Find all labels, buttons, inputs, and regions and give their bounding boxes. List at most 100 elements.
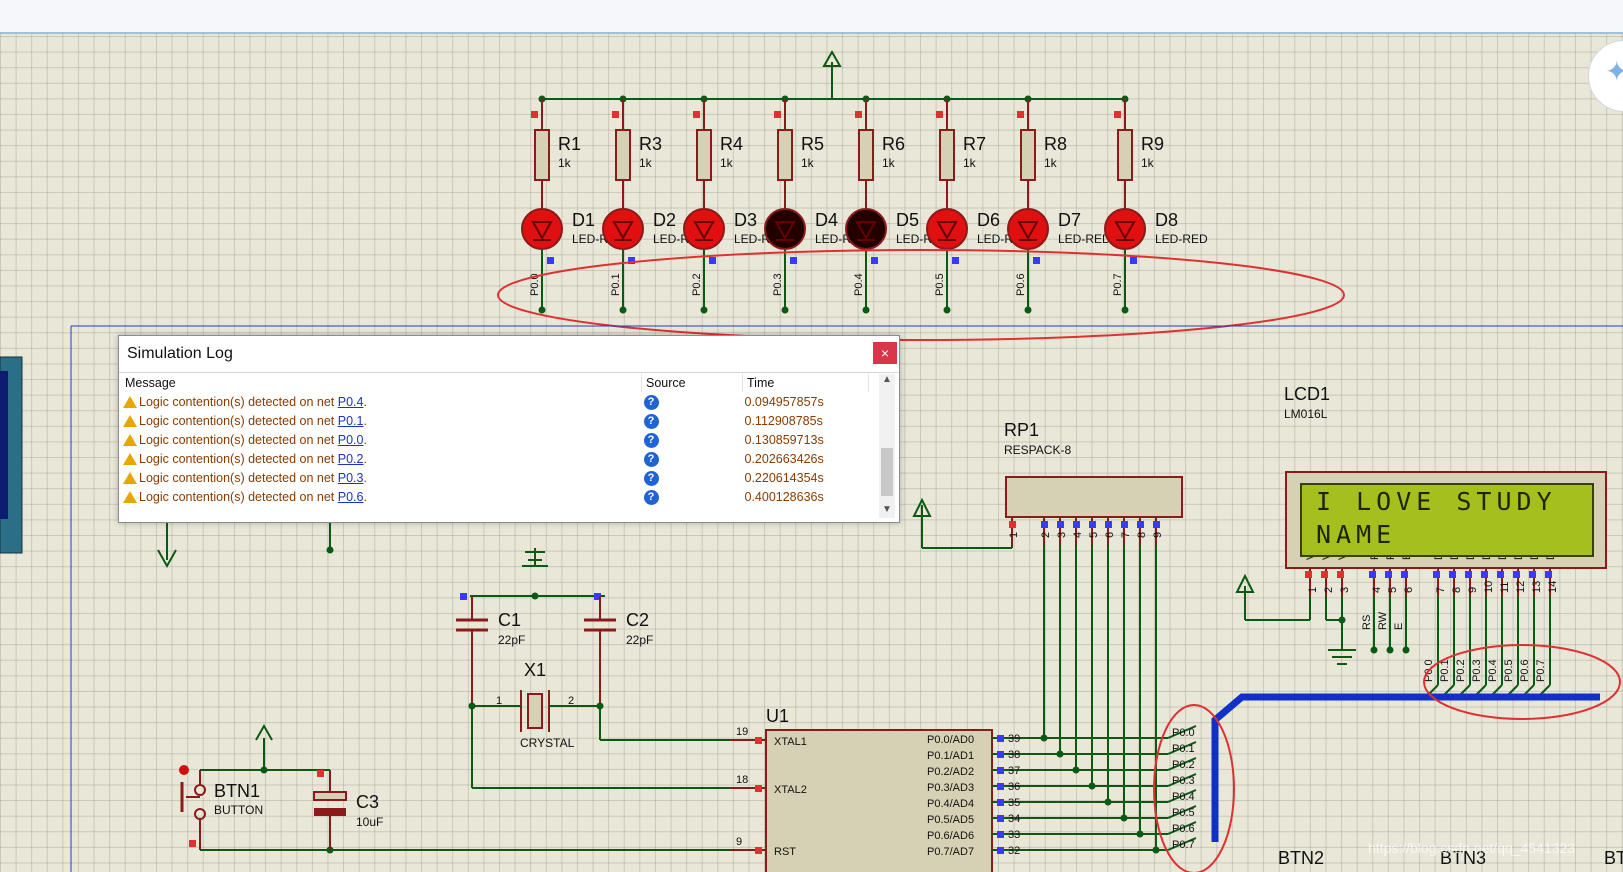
help-icon[interactable]: ?	[643, 489, 659, 505]
mcu-pin-name: P0.1/AD1	[927, 750, 974, 762]
led-net-label: P0.4	[853, 273, 865, 296]
mcu-pin-name: P0.3/AD3	[927, 782, 974, 794]
help-icon[interactable]: ?	[643, 432, 659, 448]
lcd-pin-number: 7	[1435, 587, 1447, 593]
warning-icon	[123, 433, 137, 446]
pin-marker	[1089, 521, 1096, 528]
resistor-label: R6	[882, 134, 905, 154]
net-link[interactable]: P0.0	[338, 433, 364, 447]
help-icon[interactable]: ?	[643, 413, 659, 429]
rp1-pin: 4	[1072, 532, 1084, 538]
lcd-data-label: P0.5	[1503, 659, 1515, 682]
pin-marker	[755, 785, 762, 792]
log-message: Logic contention(s) detected on net P0.2…	[121, 449, 642, 468]
junction-dot	[326, 546, 334, 554]
junction-dot	[538, 306, 546, 314]
rp1-pin: 8	[1136, 532, 1148, 538]
rp1-pin: 2	[1040, 532, 1052, 538]
lcd-pin-number: 2	[1323, 587, 1335, 593]
mcu-pin-number: 34	[1008, 813, 1020, 825]
led-net-label: P0.7	[1112, 273, 1124, 296]
pin-marker	[1449, 571, 1456, 578]
lcd-label: LCD1	[1284, 384, 1330, 404]
lcd-data-label: P0.3	[1471, 659, 1483, 682]
scroll-thumb[interactable]	[881, 448, 893, 496]
log-row[interactable]: Logic contention(s) detected on net P0.0…	[121, 430, 869, 449]
column-header-message[interactable]: Message	[121, 374, 642, 392]
led-label: D6	[977, 210, 1000, 230]
log-row[interactable]: Logic contention(s) detected on net P0.6…	[121, 487, 869, 506]
led-type: LED-RED	[1155, 232, 1208, 246]
lcd-pin-number: 12	[1515, 581, 1527, 593]
pin-marker	[693, 111, 700, 118]
log-message-text: Logic contention(s) detected on net	[139, 413, 338, 428]
crystal-label: X1	[524, 660, 546, 680]
lcd-screen: I LOVE STUDY NAME	[1300, 483, 1594, 557]
lcd-pin-number: 6	[1403, 587, 1415, 593]
net-link[interactable]: P0.2	[338, 452, 364, 466]
log-row[interactable]: Logic contention(s) detected on net P0.4…	[121, 392, 869, 411]
scroll-down-icon[interactable]: ▼	[881, 504, 893, 518]
help-icon[interactable]: ?	[643, 394, 659, 410]
simulation-log-window[interactable]: Simulation Log × Message Source Time Log…	[118, 335, 900, 523]
column-header-time[interactable]: Time	[742, 374, 869, 392]
led-on	[602, 208, 644, 250]
capacitor-label: C2	[626, 610, 649, 630]
resistor-value: 1k	[1044, 156, 1058, 170]
net-link[interactable]: P0.1	[338, 414, 364, 428]
log-message: Logic contention(s) detected on net P0.0…	[121, 430, 642, 449]
pin-marker	[1545, 571, 1552, 578]
bus-entry-label: P0.2	[1172, 759, 1195, 771]
led-off	[764, 208, 806, 250]
mcu-pin-name: P0.0/AD0	[927, 734, 974, 746]
capacitor-plate	[314, 808, 346, 816]
help-icon[interactable]: ?	[643, 451, 659, 467]
resistor	[858, 129, 874, 181]
log-time: 0.220614354s	[744, 470, 824, 485]
log-message-text: Logic contention(s) detected on net	[139, 394, 338, 409]
resistor-pack	[1005, 476, 1183, 518]
pin-marker	[790, 257, 797, 264]
column-header-source[interactable]: Source	[641, 374, 743, 392]
rp1-pin: 1	[1008, 532, 1020, 538]
junction-dot	[781, 306, 789, 314]
resistor	[696, 129, 712, 181]
pin-marker	[952, 257, 959, 264]
log-row[interactable]: Logic contention(s) detected on net P0.3…	[121, 468, 869, 487]
log-scrollbar[interactable]: ▲ ▼	[879, 374, 895, 518]
crystal-value: CRYSTAL	[520, 736, 575, 750]
net-link[interactable]: P0.4	[338, 395, 364, 409]
log-row[interactable]: Logic contention(s) detected on net P0.1…	[121, 411, 869, 430]
close-button[interactable]: ×	[873, 342, 897, 364]
junction-dot	[1338, 616, 1346, 624]
log-time: 0.400128636s	[744, 489, 824, 504]
crystal-pin: 1	[496, 695, 502, 707]
pin-marker	[871, 257, 878, 264]
scroll-up-icon[interactable]: ▲	[881, 374, 893, 388]
simulation-log-titlebar[interactable]: Simulation Log ×	[119, 336, 899, 373]
log-time: 0.112908785s	[744, 413, 823, 428]
resistor-label: R4	[720, 134, 743, 154]
power-icon	[255, 723, 273, 741]
lcd-line-1: I LOVE STUDY	[1316, 487, 1557, 516]
pin-marker	[997, 799, 1004, 806]
lcd-pin-number: 8	[1451, 587, 1463, 593]
net-link[interactable]: P0.3	[338, 471, 364, 485]
pin-marker	[755, 737, 762, 744]
lcd-pin-number: 5	[1387, 587, 1399, 593]
lcd-bus-label: RS	[1361, 615, 1373, 630]
log-table: Message Source Time Logic contention(s) …	[121, 374, 869, 506]
log-message-text: Logic contention(s) detected on net	[139, 470, 338, 485]
lcd-data-label: P0.7	[1535, 659, 1547, 682]
junction-dot	[1402, 646, 1410, 654]
help-icon[interactable]: ?	[643, 470, 659, 486]
pin-marker	[1465, 571, 1472, 578]
net-link[interactable]: P0.6	[338, 490, 364, 504]
log-row[interactable]: Logic contention(s) detected on net P0.2…	[121, 449, 869, 468]
bus-entry-label: P0.0	[1172, 727, 1195, 739]
pin-marker	[1114, 111, 1121, 118]
junction-dot	[619, 306, 627, 314]
pin-marker	[1137, 521, 1144, 528]
led-type: LED-RED	[1058, 232, 1111, 246]
lcd-pin-number: 10	[1483, 581, 1495, 593]
